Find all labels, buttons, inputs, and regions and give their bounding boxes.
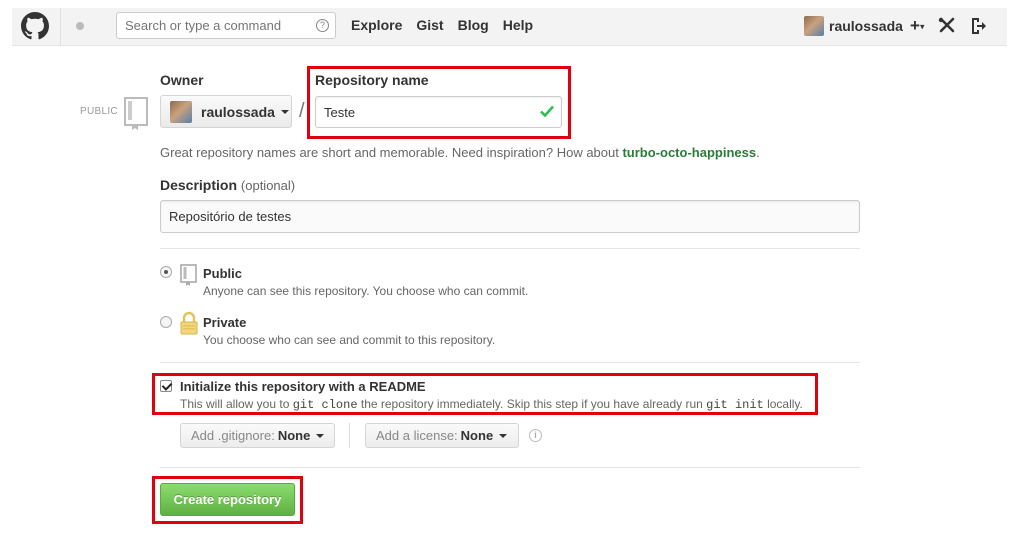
nav-gist[interactable]: Gist	[416, 17, 443, 33]
owner-value: raulossada	[201, 103, 275, 120]
main-nav: Explore Gist Blog Help	[351, 17, 547, 33]
highlight-repo-name	[307, 66, 571, 139]
owner-select[interactable]: raulossada	[160, 95, 292, 128]
header-divider	[60, 8, 61, 46]
repo-name-hint: Great repository names are short and mem…	[160, 145, 760, 160]
search-input[interactable]	[117, 13, 307, 38]
nav-explore[interactable]: Explore	[351, 17, 402, 33]
username[interactable]: raulossada	[829, 18, 903, 34]
owner-repo-separator: /	[299, 100, 305, 122]
chevron-down-icon	[499, 433, 508, 438]
divider	[160, 467, 860, 468]
private-title[interactable]: Private	[203, 315, 246, 330]
dropdown-divider	[349, 423, 350, 448]
hint-text: Great repository names are short and mem…	[160, 145, 623, 160]
notification-dot-icon[interactable]	[76, 22, 84, 30]
caret-glyph: ▾	[919, 21, 925, 32]
gitignore-select[interactable]: Add .gitignore: None	[180, 423, 335, 448]
owner-label: Owner	[160, 72, 204, 88]
highlight-readme	[152, 373, 818, 415]
user-menu[interactable]: raulossada	[804, 16, 903, 36]
public-desc: Anyone can see this repository. You choo…	[203, 284, 529, 298]
license-label: Add a license:	[376, 428, 458, 443]
info-icon[interactable]: i	[529, 429, 542, 442]
highlight-create	[152, 476, 303, 524]
lock-icon	[180, 311, 198, 335]
command-search[interactable]: ?	[116, 12, 336, 39]
hint-end: .	[756, 145, 760, 160]
tools-icon[interactable]	[938, 17, 956, 35]
description-label-text: Description	[160, 177, 238, 193]
top-header: ? Explore Gist Blog Help raulossada +▾	[12, 8, 1007, 46]
gitignore-value: None	[277, 428, 311, 443]
divider	[160, 362, 860, 363]
description-field[interactable]	[160, 200, 860, 233]
radio-public[interactable]	[160, 266, 172, 278]
optional-tag: (optional)	[240, 178, 296, 193]
nav-help[interactable]: Help	[503, 17, 533, 33]
header-actions: +▾	[910, 16, 987, 37]
divider	[160, 248, 860, 249]
license-value: None	[460, 428, 494, 443]
github-octocat-icon[interactable]	[21, 12, 49, 40]
gitignore-label: Add .gitignore:	[191, 428, 275, 443]
public-title[interactable]: Public	[203, 266, 242, 281]
nav-blog[interactable]: Blog	[458, 17, 489, 33]
search-help-icon[interactable]: ?	[316, 19, 329, 32]
chevron-down-icon	[316, 433, 325, 438]
description-label: Description (optional)	[160, 177, 295, 193]
sign-out-icon[interactable]	[970, 17, 987, 35]
private-desc: You choose who can see and commit to thi…	[203, 333, 496, 347]
plus-icon[interactable]: +▾	[910, 16, 924, 37]
radio-private[interactable]	[160, 316, 172, 328]
repo-book-icon	[124, 97, 148, 130]
visibility-tag: PUBLIC	[80, 106, 118, 117]
name-suggestion[interactable]: turbo-octo-happiness	[622, 145, 756, 160]
description-input[interactable]	[161, 201, 851, 232]
avatar	[804, 16, 824, 36]
license-select[interactable]: Add a license: None	[365, 423, 519, 448]
repo-book-icon	[180, 264, 197, 286]
plus-glyph: +	[910, 16, 920, 35]
chevron-down-icon	[280, 109, 289, 114]
owner-avatar	[170, 100, 192, 123]
